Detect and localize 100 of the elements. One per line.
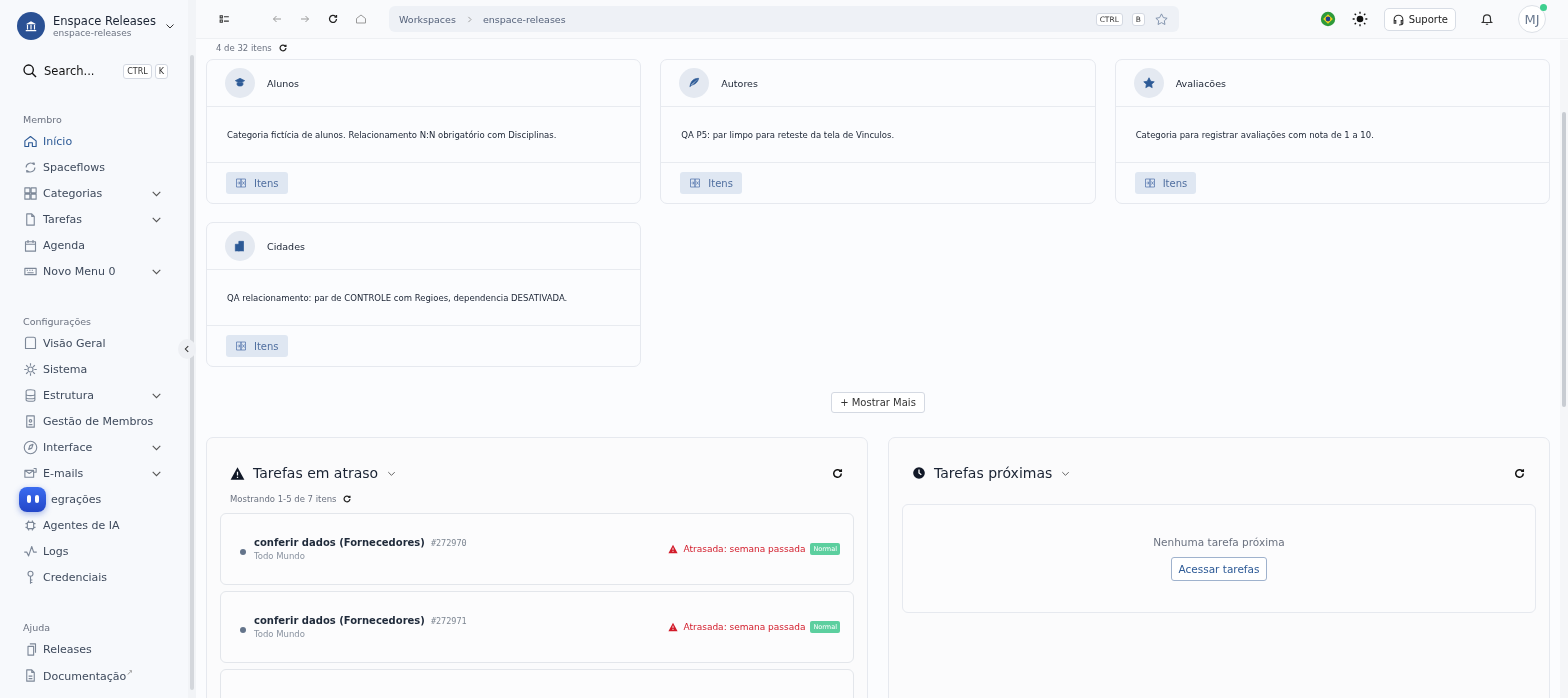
nav-item[interactable]: Início [23, 128, 176, 154]
user-avatar[interactable]: MJ [1518, 5, 1546, 33]
refresh-icon[interactable] [277, 42, 288, 53]
status-dot [240, 627, 246, 633]
home-icon [23, 133, 38, 149]
overdue-status: Atrasada: semana passada [683, 544, 806, 554]
refresh-icon[interactable] [342, 494, 353, 504]
grid-icon [23, 185, 38, 201]
task-title: conferir dados (Fornecedores) [254, 615, 425, 626]
nav-item[interactable]: Agentes de IA [23, 512, 176, 538]
item-count: 4 de 32 itens [216, 42, 272, 53]
nav-item[interactable]: Novo Menu 0 [23, 258, 176, 284]
panel-title: Tarefas em atraso [253, 465, 379, 481]
workspace-logo [17, 12, 45, 40]
items-icon [235, 340, 247, 352]
items-icon [1143, 177, 1156, 189]
support-button[interactable]: Suporte [1383, 7, 1456, 31]
menu-icon[interactable] [218, 12, 231, 26]
pulse-icon [23, 543, 38, 559]
compass-icon [23, 439, 38, 455]
nav-item[interactable]: Logs [23, 538, 176, 564]
breadcrumb-link[interactable]: Workspaces [399, 13, 456, 25]
task-id: #272970 [430, 538, 467, 548]
nav-item[interactable]: Releases [23, 636, 176, 662]
refresh-icon[interactable] [327, 13, 339, 25]
section-heading: Membro [23, 114, 63, 125]
nav-item[interactable]: Documentação$^{↗}$ [23, 662, 176, 688]
warning-icon [668, 622, 679, 632]
chat-widget[interactable] [19, 486, 46, 512]
panel-title: Tarefas próximas [934, 465, 1053, 481]
star-icon [1141, 76, 1156, 90]
star-icon[interactable] [1154, 11, 1169, 27]
calendar-icon [23, 237, 38, 253]
key-hint: CTRL [123, 63, 152, 79]
key-hint: K [154, 63, 168, 79]
database-icon [23, 387, 38, 403]
search-field[interactable]: Search... CTRL K [22, 60, 168, 82]
empty-message: Nenhuma tarefa próxima [1153, 536, 1285, 548]
workspace-slug: enspace-releases [53, 28, 133, 38]
category-name: Cidades [267, 240, 305, 252]
section-heading: Configurações [23, 316, 93, 327]
dashboard-icon [23, 335, 38, 351]
warning-icon [668, 544, 679, 554]
nav-item[interactable]: egrações [23, 486, 176, 512]
collapse-handle[interactable] [178, 339, 196, 359]
task-assignee: Todo Mundo [254, 551, 306, 561]
nav-item[interactable]: Estrutura [23, 382, 176, 408]
badge-icon [23, 413, 38, 429]
student-icon [233, 76, 247, 90]
home-icon[interactable] [355, 13, 367, 25]
flow-icon [23, 159, 38, 175]
flag-icon[interactable] [1319, 11, 1336, 27]
category-name: Alunos [267, 77, 299, 89]
nav-item[interactable]: Gestão de Membros [23, 408, 176, 434]
nav-item[interactable]: Sistema [23, 356, 176, 382]
warning-icon [230, 465, 245, 481]
headset-icon [1391, 12, 1405, 26]
nav-item[interactable]: Interface [23, 434, 176, 460]
task-id: #272971 [430, 616, 467, 626]
mail-icon [23, 465, 38, 481]
feather-icon [687, 76, 702, 90]
items-icon [235, 177, 247, 189]
category-description: QA P5: par limpo para reteste da tela de Vinculos. [681, 129, 895, 140]
category-description: Categoria para registrar avaliações com nota de 1 a 10. [1135, 129, 1374, 140]
nav-item[interactable]: Agenda [23, 232, 176, 258]
category-name: Avaliacões [1175, 77, 1226, 89]
status-dot [240, 549, 246, 555]
list-summary: Mostrando 1-5 de 7 itens [230, 494, 337, 504]
nav-item[interactable]: E-mails [23, 460, 176, 486]
gear-icon [23, 361, 38, 377]
document-icon [23, 211, 38, 227]
items-icon [689, 177, 702, 189]
task-title: conferir dados (Fornecedores) [254, 537, 425, 548]
nav-item[interactable]: Categorias [23, 180, 176, 206]
category-name: Autores [721, 77, 758, 89]
overdue-status: Atrasada: semana passada [683, 622, 806, 632]
nav-item[interactable]: Visão Geral [23, 330, 176, 356]
task-assignee: Todo Mundo [254, 629, 306, 639]
section-heading: Ajuda [23, 622, 51, 633]
access-tasks-button[interactable]: Acessar tarefas [1170, 557, 1268, 581]
category-description: Categoria fictícia de alunos. Relacionamento N:N obrigatório com Disciplinas. [227, 129, 557, 140]
search-icon [22, 63, 38, 79]
nav-item[interactable]: Spaceflows [23, 154, 176, 180]
refresh-icon[interactable] [831, 466, 844, 480]
buildings-icon [233, 239, 247, 253]
nav-item[interactable]: Tarefas [23, 206, 176, 232]
sun-icon[interactable] [1351, 11, 1368, 27]
nav-item[interactable]: Credenciais [23, 564, 176, 590]
breadcrumb-link[interactable]: enspace-releases [482, 13, 566, 25]
category-description: QA relacionamento: par de CONTROLE com Regioes, dependencia DESATIVADA. [227, 292, 568, 303]
show-more-button[interactable]: + Mostrar Mais [831, 392, 925, 413]
items-button[interactable]: Itens [226, 335, 288, 357]
items-button[interactable]: Itens [1134, 172, 1197, 194]
clock-icon [912, 466, 926, 480]
bell-icon[interactable] [1480, 12, 1494, 26]
file-icon [23, 667, 38, 683]
refresh-icon[interactable] [1513, 466, 1526, 480]
items-button[interactable]: Itens [226, 172, 288, 194]
items-button[interactable]: Itens [680, 172, 742, 194]
workspace-name: Enspace Releases [53, 14, 156, 28]
